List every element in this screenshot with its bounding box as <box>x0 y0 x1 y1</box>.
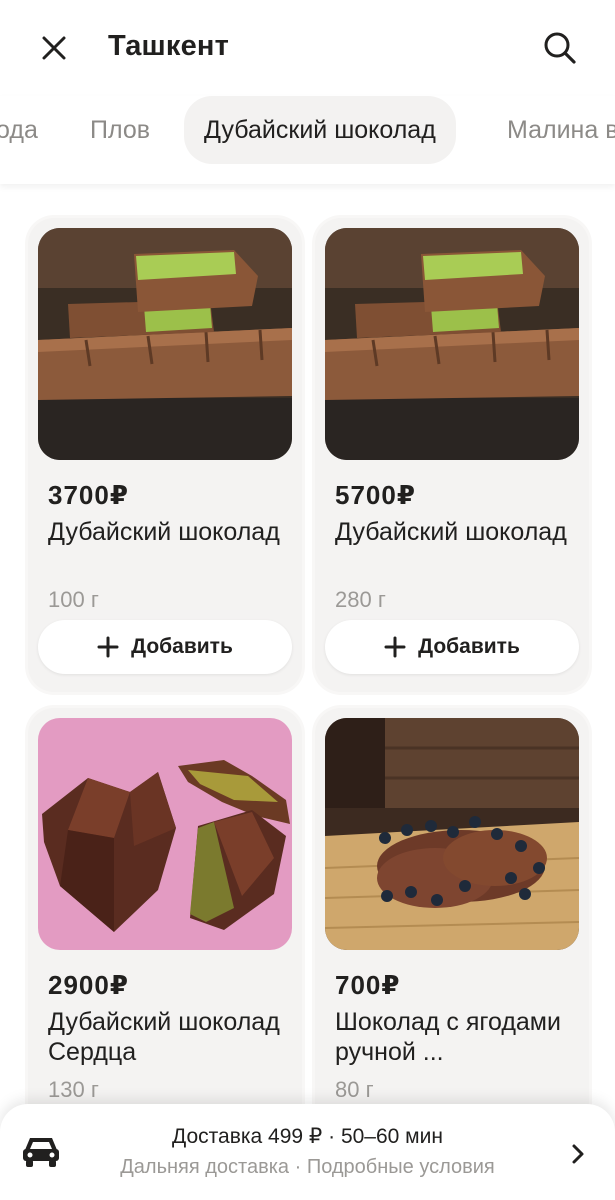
product-name: Дубайский шоколад <box>335 518 567 546</box>
product-image <box>325 718 579 950</box>
tab-plov[interactable]: Плов <box>90 96 150 164</box>
add-to-cart-button[interactable]: Добавить <box>325 620 579 674</box>
add-button-label: Добавить <box>131 635 233 658</box>
plus-icon <box>97 636 119 658</box>
product-weight: 130 г <box>48 1077 99 1102</box>
product-name: Дубайский шоколад <box>48 518 280 546</box>
category-tabs: ода Плов Дубайский шоколад Малина в <box>0 96 615 184</box>
plus-icon <box>384 636 406 658</box>
product-card[interactable]: 3700₽ Дубайский шоколад 100 г Добавить <box>28 218 302 692</box>
tab-dubai-chocolate[interactable]: Дубайский шоколад <box>184 96 456 164</box>
tab-honey[interactable]: ода <box>0 96 38 164</box>
product-weight: 280 г <box>335 587 386 612</box>
close-button[interactable] <box>30 24 78 72</box>
product-price: 700₽ <box>335 970 401 1000</box>
product-price: 3700₽ <box>48 480 129 510</box>
tab-raspberry[interactable]: Малина в <box>507 96 615 164</box>
delivery-details: Дальняя доставка · Подробные условия <box>120 1156 495 1178</box>
search-icon <box>544 32 576 64</box>
product-name: Шоколад с ягодами ручной ... <box>335 1008 561 1066</box>
header: Ташкент <box>0 0 615 96</box>
product-image <box>38 228 292 460</box>
product-image <box>325 228 579 460</box>
product-card[interactable]: 5700₽ Дубайский шоколад 280 г Добавить <box>315 218 589 692</box>
product-price: 2900₽ <box>48 970 129 1000</box>
product-image <box>38 718 292 950</box>
chevron-right-icon <box>572 1144 584 1164</box>
page-title: Ташкент <box>108 30 230 62</box>
product-price: 5700₽ <box>335 480 416 510</box>
product-weight: 80 г <box>335 1077 374 1102</box>
product-weight: 100 г <box>48 587 99 612</box>
add-to-cart-button[interactable]: Добавить <box>38 620 292 674</box>
add-button-label: Добавить <box>418 635 520 658</box>
delivery-info-bar[interactable]: Доставка 499 ₽ · 50–60 мин Дальняя доста… <box>0 1104 615 1200</box>
close-icon <box>42 36 66 60</box>
product-grid: 3700₽ Дубайский шоколад 100 г Добавить 5… <box>0 184 615 1200</box>
search-button[interactable] <box>536 24 584 72</box>
product-name: Дубайский шоколад Сердца <box>48 1008 280 1066</box>
delivery-summary: Доставка 499 ₽ · 50–60 мин <box>172 1125 443 1148</box>
